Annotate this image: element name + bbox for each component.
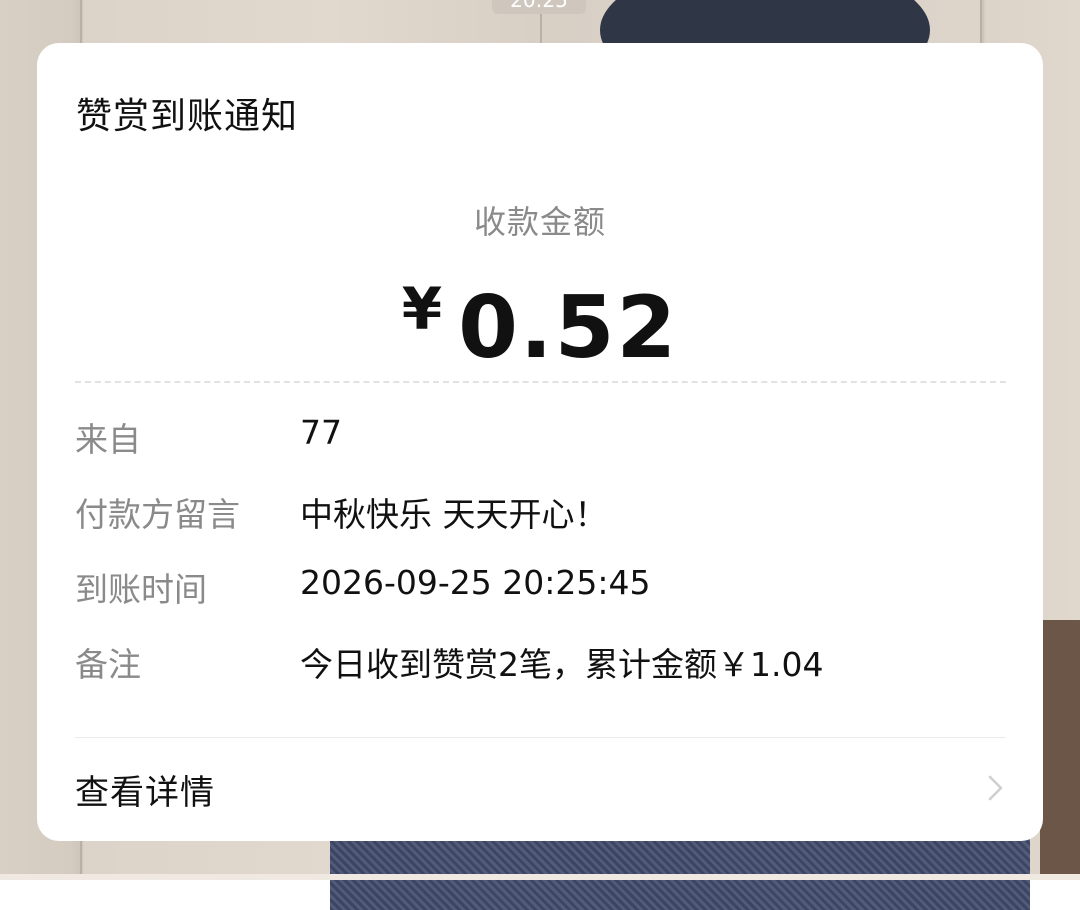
view-details-button[interactable]: 查看详情 <box>37 738 1043 841</box>
view-details-label: 查看详情 <box>75 773 215 813</box>
message-timestamp: 20:25 <box>492 0 586 14</box>
chevron-right-icon <box>988 775 1003 801</box>
info-label: 付款方留言 <box>75 495 240 534</box>
currency-symbol: ¥ <box>401 275 443 343</box>
card-title: 赞赏到账通知 <box>76 96 299 137</box>
payer-message: 中秋快乐 天天开心！ <box>300 495 608 534</box>
amount-label: 收款金额 <box>473 203 606 241</box>
amount-value: 0.52 <box>458 278 679 378</box>
info-label: 到账时间 <box>75 570 207 609</box>
arrival-time: 2026-09-25 20:25:45 <box>300 563 651 602</box>
note-text: 今日收到赞赏2笔，累计金额￥1.04 <box>300 645 824 684</box>
info-label: 备注 <box>75 645 141 684</box>
sender-name: 77 <box>300 413 342 452</box>
background-photo-shoulder <box>1040 620 1080 880</box>
dashed-divider <box>75 381 1006 383</box>
amount-display: ¥0.52 <box>37 275 1043 378</box>
reward-notification-card[interactable]: 赞赏到账通知 收款金额 ¥0.52 来自 77 付款方留言 中秋快乐 天天开心！… <box>37 43 1043 841</box>
info-label: 来自 <box>75 420 141 459</box>
background-bottom-strip <box>0 874 1080 880</box>
